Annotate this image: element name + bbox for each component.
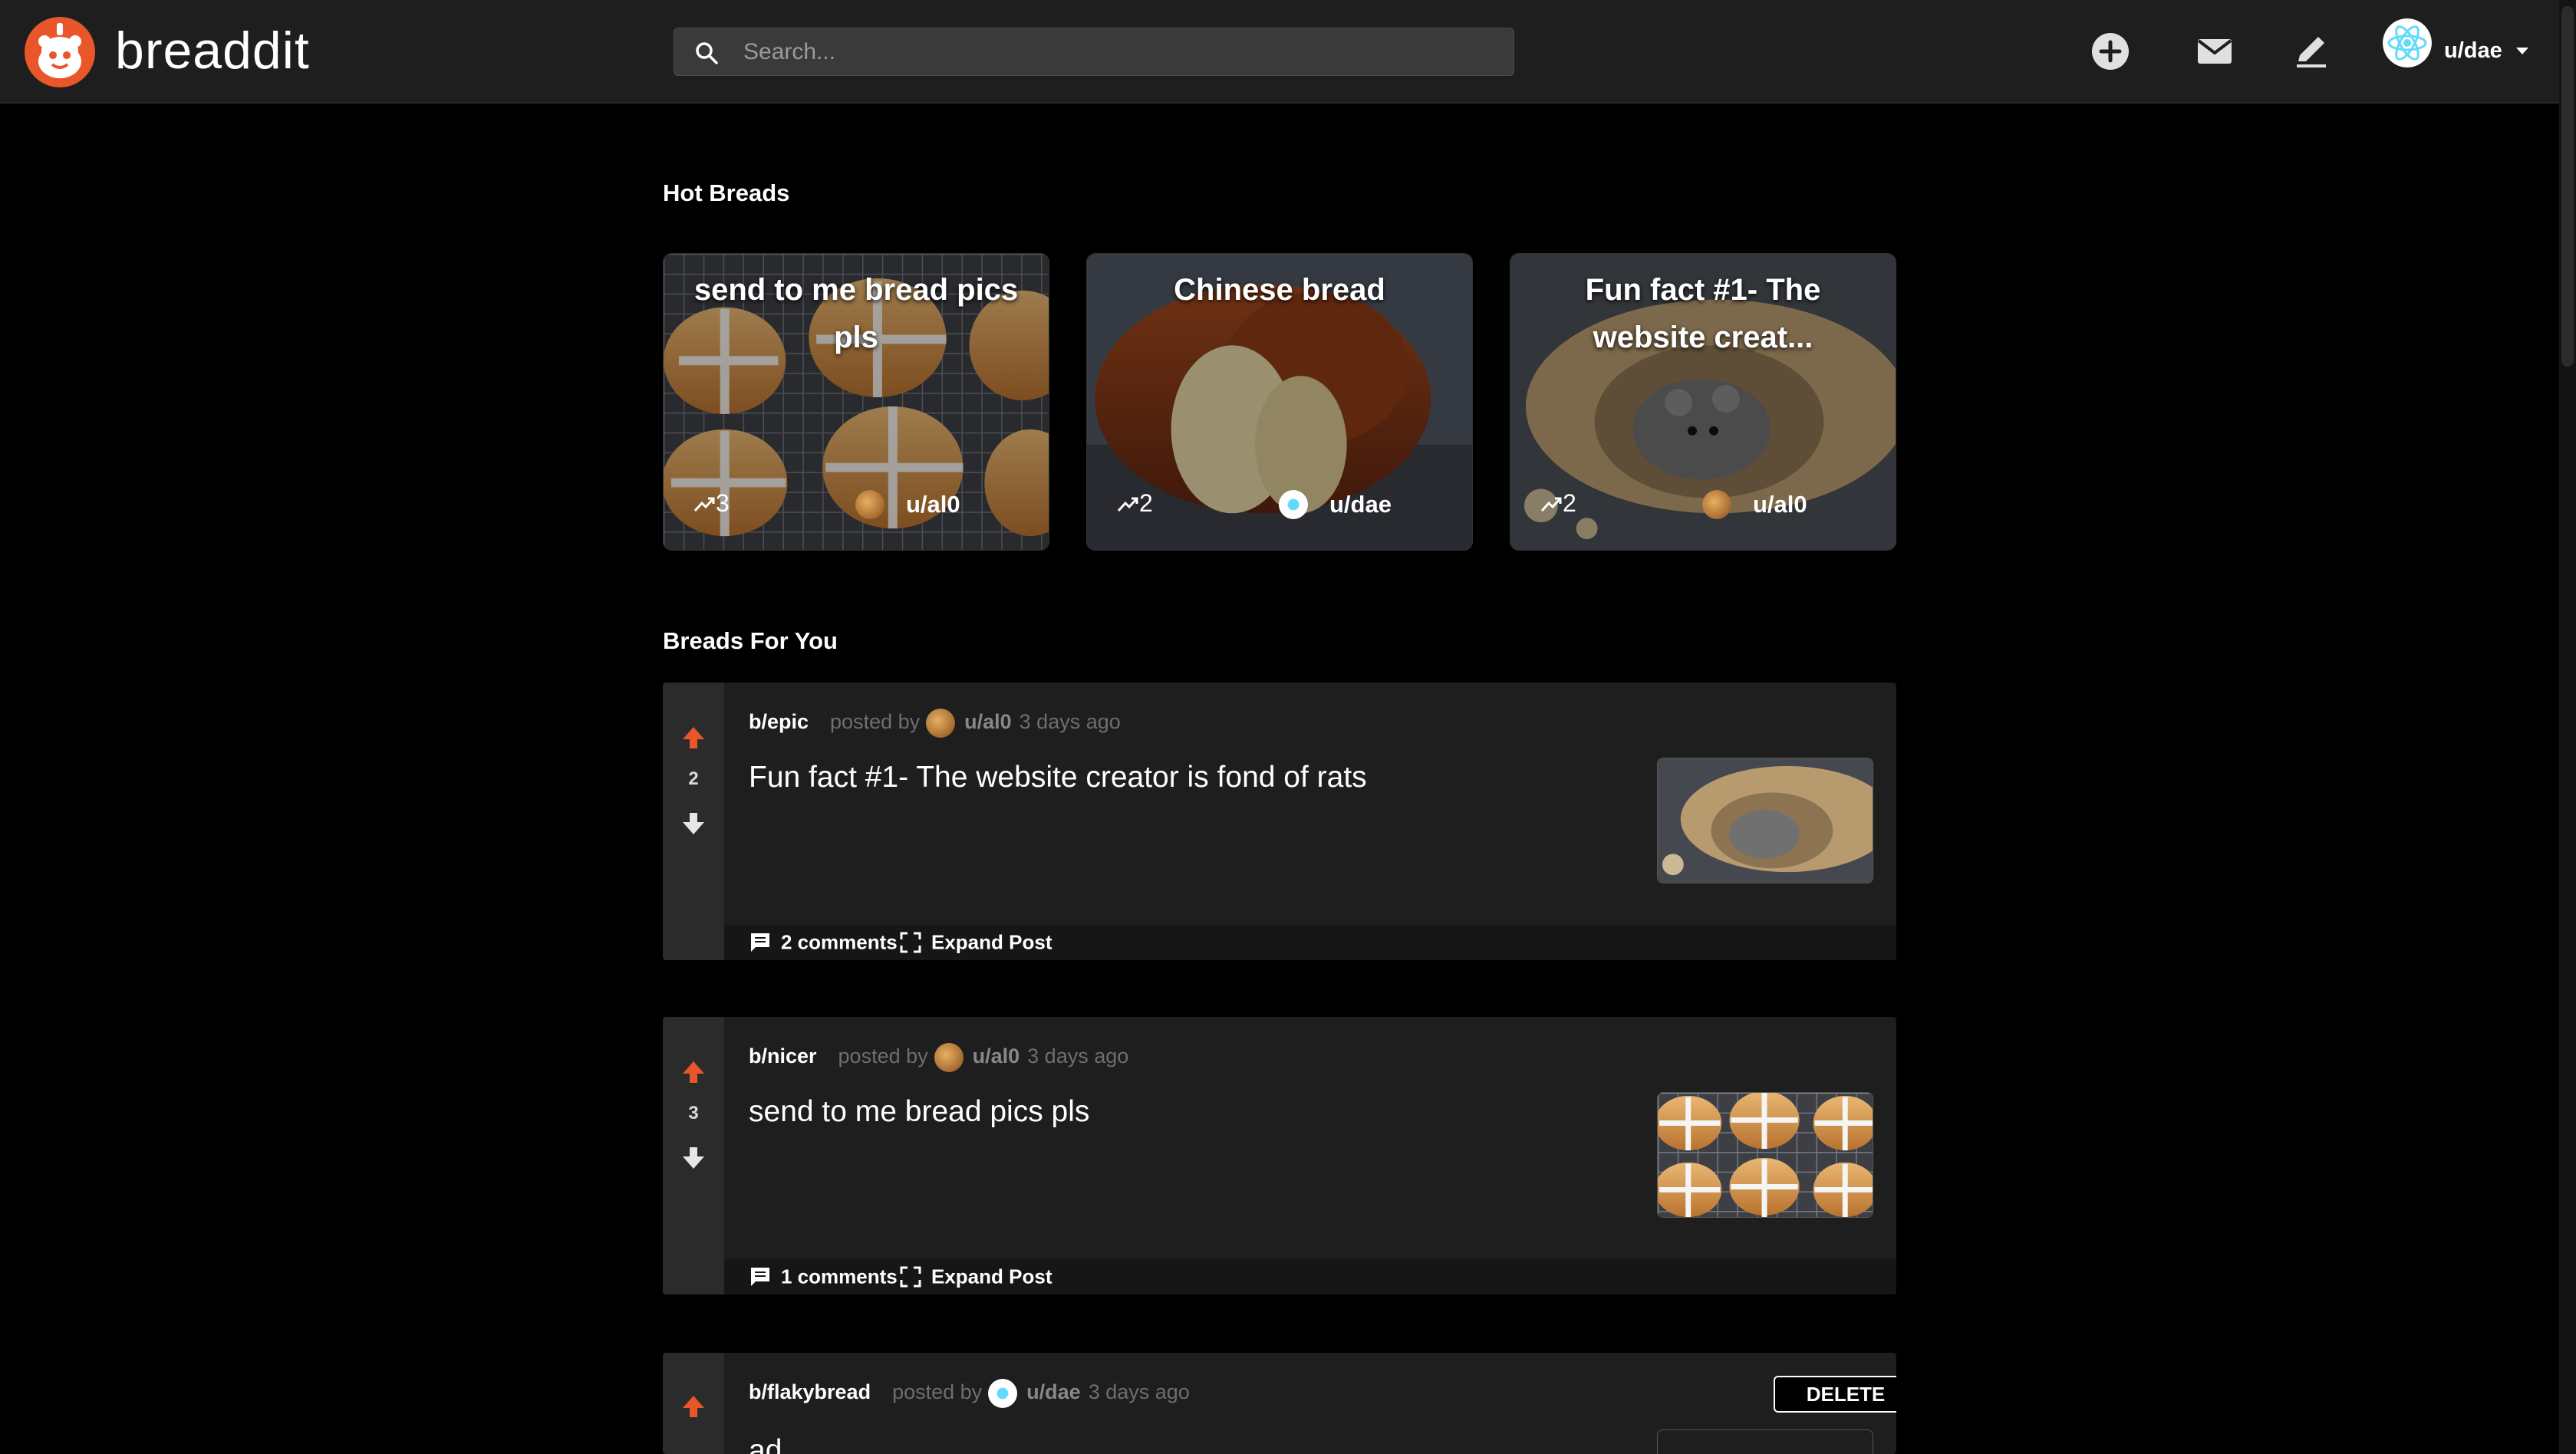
author-avatar: [934, 1043, 964, 1072]
trending-score-value: 2: [1563, 489, 1576, 518]
author-link[interactable]: u/al0: [964, 710, 1012, 733]
author-name: u/al0: [1753, 490, 1807, 518]
post-title[interactable]: send to me bread pics pls: [749, 1095, 1089, 1129]
user-avatar: [2383, 18, 2432, 67]
post-thumbnail-image: [1658, 758, 1873, 883]
hot-card[interactable]: Fun fact #1- The website creat... 2 u/al…: [1510, 253, 1896, 551]
post-card: b/flakybread posted by u/dae 3 days ago DEL…: [663, 1353, 1896, 1454]
comment-icon: [751, 933, 769, 952]
posted-by-label: posted by: [838, 1044, 928, 1068]
author-link[interactable]: u/al0: [973, 1044, 1020, 1067]
post-card: 2 b/epic posted by u/al0 3 days ago Fun fac…: [663, 683, 1896, 960]
comments-button[interactable]: 2 comments: [749, 929, 898, 957]
hot-card-title: Chinese bread: [1174, 273, 1385, 307]
user-menu[interactable]: u/dae: [2383, 18, 2533, 84]
subreddit-link[interactable]: b/flakybread: [749, 1380, 871, 1403]
comment-icon: [751, 1268, 769, 1287]
search-bar[interactable]: [674, 28, 1514, 76]
post-score: 2: [688, 768, 699, 789]
post-thumbnail-image: [1658, 1093, 1873, 1217]
subreddit-link[interactable]: b/nicer: [749, 1044, 817, 1067]
trending-up-icon: [1117, 497, 1138, 512]
author-avatar: [855, 489, 884, 519]
post-thumbnail[interactable]: [1657, 1429, 1873, 1454]
author-link[interactable]: u/dae: [1026, 1380, 1081, 1403]
trending-up-icon: [1540, 497, 1562, 512]
post-thumbnail[interactable]: [1657, 758, 1873, 883]
trending-score-value: 2: [1139, 489, 1153, 518]
scrollbar[interactable]: [2559, 0, 2576, 1454]
author-avatar: [1702, 489, 1731, 519]
comments-button[interactable]: 1 comments: [749, 1264, 898, 1291]
post-timestamp: 3 days ago: [1027, 1044, 1129, 1068]
vote-column: [663, 1353, 724, 1454]
expand-post-button[interactable]: Expand Post: [899, 929, 1052, 957]
upvote-arrow-icon[interactable]: [680, 1058, 707, 1086]
pencil-icon[interactable]: [2291, 31, 2332, 72]
delete-button[interactable]: DELETE: [1774, 1376, 1896, 1413]
search-icon: [696, 42, 718, 64]
hot-breads-heading: Hot Breads: [663, 179, 790, 206]
downvote-arrow-icon[interactable]: [680, 1144, 707, 1172]
post-actions-bar: 2 comments Expand Post: [724, 925, 1896, 960]
author-name: u/al0: [906, 490, 960, 518]
breaddit-logo-icon[interactable]: [25, 17, 95, 87]
hot-card-title: Fun fact #1- The website creat...: [1585, 273, 1821, 354]
posted-by-label: posted by: [830, 710, 921, 734]
author-name: u/dae: [1329, 490, 1392, 518]
post-title[interactable]: Fun fact #1- The website creator is fond…: [749, 761, 1367, 794]
mail-icon[interactable]: [2194, 31, 2235, 72]
trending-score: 2: [1540, 488, 1576, 525]
brand-name[interactable]: breaddit: [115, 15, 310, 86]
post-score: 3: [688, 1103, 699, 1123]
top-navbar: breaddit u/dae: [0, 0, 2559, 104]
search-input[interactable]: [743, 28, 1495, 75]
author-avatar: [926, 709, 956, 738]
post-meta: b/epic posted by u/al0 3 days ago: [749, 709, 1121, 738]
downvote-arrow-icon[interactable]: [680, 810, 707, 837]
expand-post-label: Expand Post: [931, 1265, 1052, 1288]
upvote-arrow-icon[interactable]: [680, 1393, 707, 1420]
hot-card-title: send to me bread pics pls: [693, 273, 1019, 354]
post-thumbnail[interactable]: [1657, 1092, 1873, 1218]
hot-card-author[interactable]: u/al0: [855, 489, 960, 519]
trending-score: 2: [1116, 488, 1153, 525]
vote-column: 2: [663, 683, 724, 960]
upvote-arrow-icon[interactable]: [680, 724, 707, 752]
post-meta: b/nicer posted by u/al0 3 days ago: [749, 1043, 1128, 1072]
trending-score: 3: [693, 488, 730, 525]
plus-circle-icon[interactable]: [2090, 31, 2131, 72]
post-timestamp: 3 days ago: [1088, 1380, 1190, 1404]
expand-post-label: Expand Post: [931, 930, 1052, 954]
author-avatar: [1279, 489, 1308, 519]
post-actions-bar: 1 comments Expand Post: [724, 1259, 1896, 1294]
comments-count: 2 comments: [781, 930, 898, 954]
hot-card[interactable]: send to me bread pics pls 3 u/al0: [663, 253, 1049, 551]
expand-post-button[interactable]: Expand Post: [899, 1264, 1052, 1291]
expand-icon: [900, 1266, 921, 1288]
post-title[interactable]: ad: [749, 1434, 782, 1454]
comments-count: 1 comments: [781, 1265, 898, 1288]
scrollbar-thumb[interactable]: [2561, 6, 2574, 367]
vote-column: 3: [663, 1017, 724, 1294]
hot-card-author[interactable]: u/dae: [1279, 489, 1392, 519]
chevron-down-icon: [2516, 48, 2528, 54]
post-timestamp: 3 days ago: [1019, 710, 1121, 734]
expand-icon: [900, 932, 921, 953]
posted-by-label: posted by: [892, 1380, 983, 1404]
trending-score-value: 3: [716, 489, 730, 518]
subreddit-link[interactable]: b/epic: [749, 710, 809, 733]
hot-card-author[interactable]: u/al0: [1702, 489, 1807, 519]
trending-up-icon: [693, 497, 715, 512]
username: u/dae: [2444, 38, 2502, 63]
hot-card[interactable]: Chinese bread 2 u/dae: [1086, 253, 1473, 551]
post-card: 3 b/nicer posted by u/al0 3 days ago send t…: [663, 1017, 1896, 1294]
author-avatar: [988, 1379, 1018, 1408]
post-meta: b/flakybread posted by u/dae 3 days ago: [749, 1379, 1190, 1408]
breads-for-you-heading: Breads For You: [663, 627, 838, 654]
